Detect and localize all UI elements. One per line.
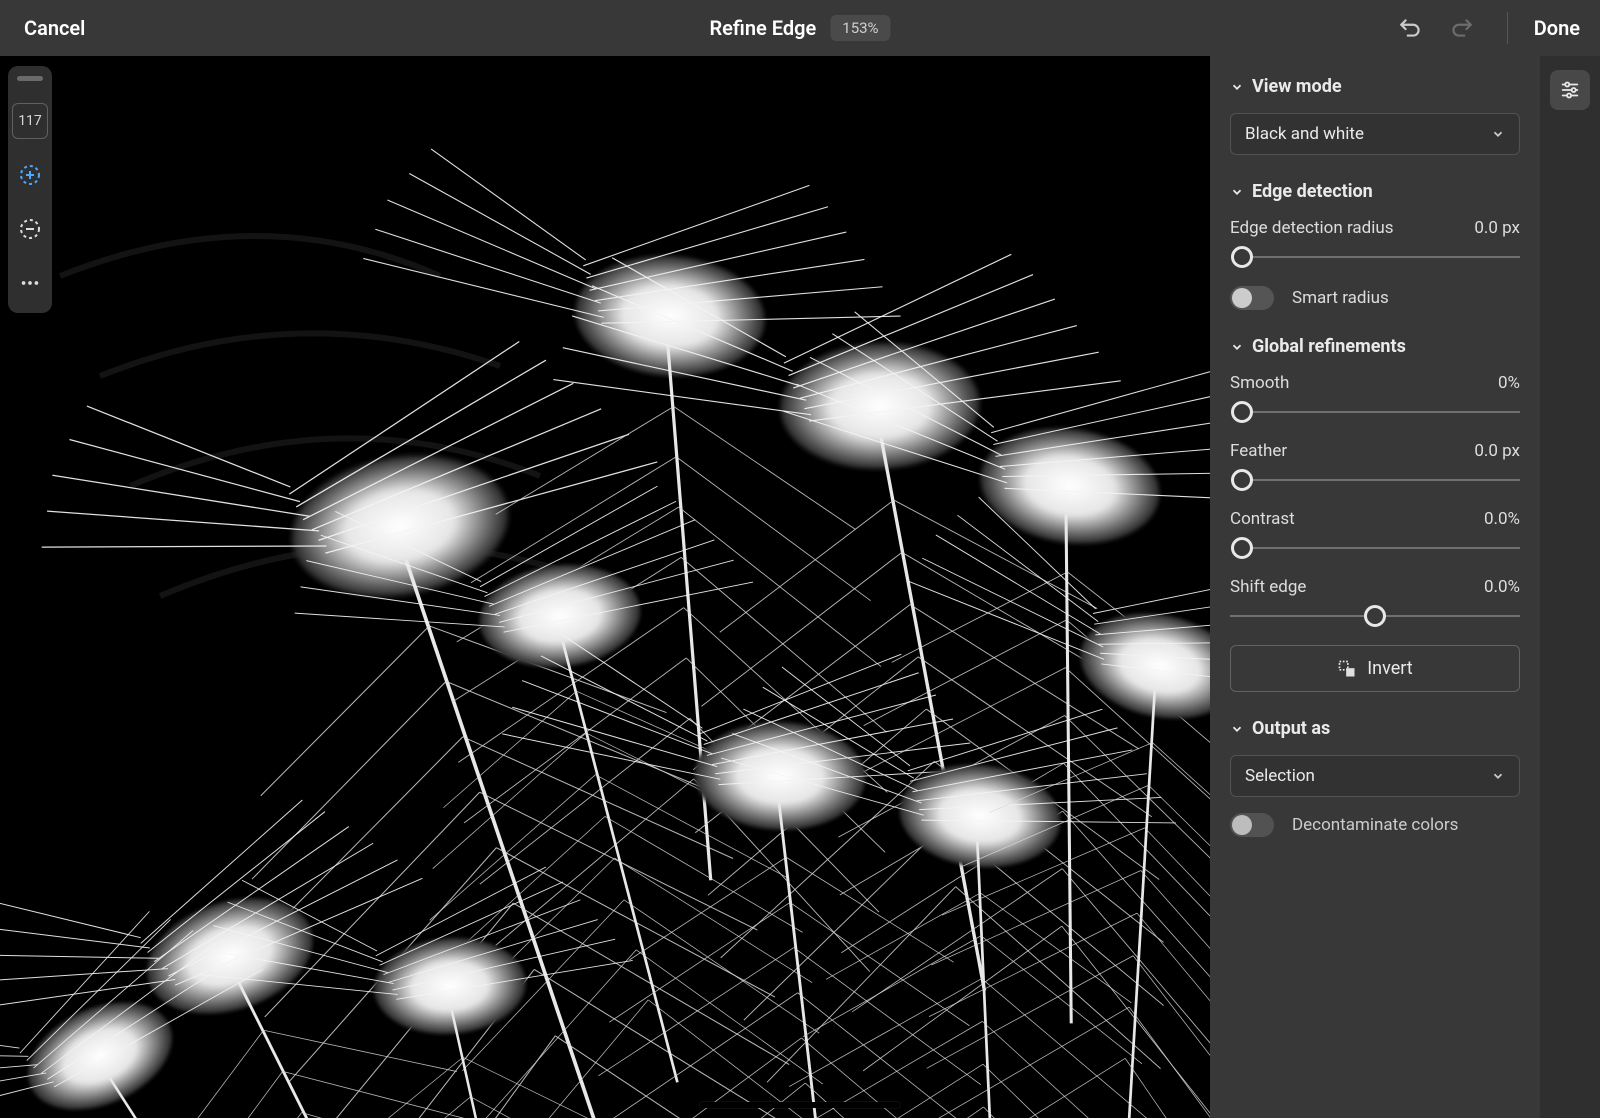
invert-label: Invert bbox=[1367, 658, 1412, 679]
contrast-label: Contrast bbox=[1230, 509, 1295, 529]
invert-button[interactable]: Invert bbox=[1230, 645, 1520, 692]
screen-title: Refine Edge bbox=[709, 16, 816, 40]
brush-size-button[interactable]: 117 bbox=[12, 103, 48, 139]
chevron-down-icon bbox=[1491, 127, 1505, 141]
shift-edge-label: Shift edge bbox=[1230, 577, 1306, 597]
contrast-value: 0.0% bbox=[1484, 509, 1520, 529]
refine-edge-panel: View mode Black and white Edge detection… bbox=[1210, 56, 1540, 1118]
feather-label: Feather bbox=[1230, 441, 1287, 461]
edge-detection-title: Edge detection bbox=[1252, 181, 1373, 202]
shift-edge-value: 0.0% bbox=[1484, 577, 1520, 597]
separator bbox=[1507, 12, 1508, 44]
edge-radius-label: Edge detection radius bbox=[1230, 218, 1393, 238]
global-refinements-header[interactable]: Global refinements bbox=[1230, 336, 1520, 357]
top-bar: Cancel Refine Edge 153% Done bbox=[0, 0, 1600, 56]
view-mode-section: View mode Black and white bbox=[1230, 76, 1520, 155]
output-value: Selection bbox=[1245, 766, 1315, 786]
view-mode-header[interactable]: View mode bbox=[1230, 76, 1520, 97]
feather-slider[interactable] bbox=[1230, 469, 1520, 491]
output-section: Output as Selection Decontaminate colors bbox=[1230, 718, 1520, 837]
drag-handle[interactable] bbox=[17, 76, 43, 81]
subtract-from-selection-tool[interactable] bbox=[12, 211, 48, 247]
smooth-slider[interactable] bbox=[1230, 401, 1520, 423]
global-refinements-section: Global refinements Smooth 0% Feather 0.0 p… bbox=[1230, 336, 1520, 692]
edge-radius-slider[interactable] bbox=[1230, 246, 1520, 268]
smooth-value: 0% bbox=[1498, 373, 1520, 393]
right-rail bbox=[1540, 56, 1600, 1118]
done-button[interactable]: Done bbox=[1534, 16, 1580, 40]
invert-icon bbox=[1337, 659, 1357, 679]
global-refinements-title: Global refinements bbox=[1252, 336, 1406, 357]
shift-edge-slider[interactable] bbox=[1230, 605, 1520, 627]
decontaminate-toggle[interactable] bbox=[1230, 813, 1274, 837]
decontaminate-label: Decontaminate colors bbox=[1292, 815, 1458, 835]
smart-radius-toggle[interactable] bbox=[1230, 286, 1274, 310]
view-mode-select[interactable]: Black and white bbox=[1230, 113, 1520, 155]
edge-detection-section: Edge detection Edge detection radius 0.0… bbox=[1230, 181, 1520, 310]
zoom-badge[interactable]: 153% bbox=[830, 15, 890, 41]
undo-button[interactable] bbox=[1391, 8, 1431, 48]
output-title: Output as bbox=[1252, 718, 1330, 739]
output-header[interactable]: Output as bbox=[1230, 718, 1520, 739]
home-indicator bbox=[700, 1102, 900, 1108]
cancel-button[interactable]: Cancel bbox=[24, 16, 85, 40]
add-to-selection-tool[interactable] bbox=[12, 157, 48, 193]
output-select[interactable]: Selection bbox=[1230, 755, 1520, 797]
properties-toggle-button[interactable] bbox=[1550, 70, 1590, 110]
view-mode-title: View mode bbox=[1252, 76, 1342, 97]
view-mode-value: Black and white bbox=[1245, 124, 1364, 144]
edge-detection-header[interactable]: Edge detection bbox=[1230, 181, 1520, 202]
feather-value: 0.0 px bbox=[1474, 441, 1520, 461]
edge-radius-value: 0.0 px bbox=[1474, 218, 1520, 238]
smooth-label: Smooth bbox=[1230, 373, 1289, 393]
more-tools-button[interactable] bbox=[12, 265, 48, 301]
chevron-down-icon bbox=[1491, 769, 1505, 783]
redo-button[interactable] bbox=[1441, 8, 1481, 48]
smart-radius-label: Smart radius bbox=[1292, 288, 1389, 308]
contrast-slider[interactable] bbox=[1230, 537, 1520, 559]
tool-bar: 117 bbox=[8, 66, 52, 313]
